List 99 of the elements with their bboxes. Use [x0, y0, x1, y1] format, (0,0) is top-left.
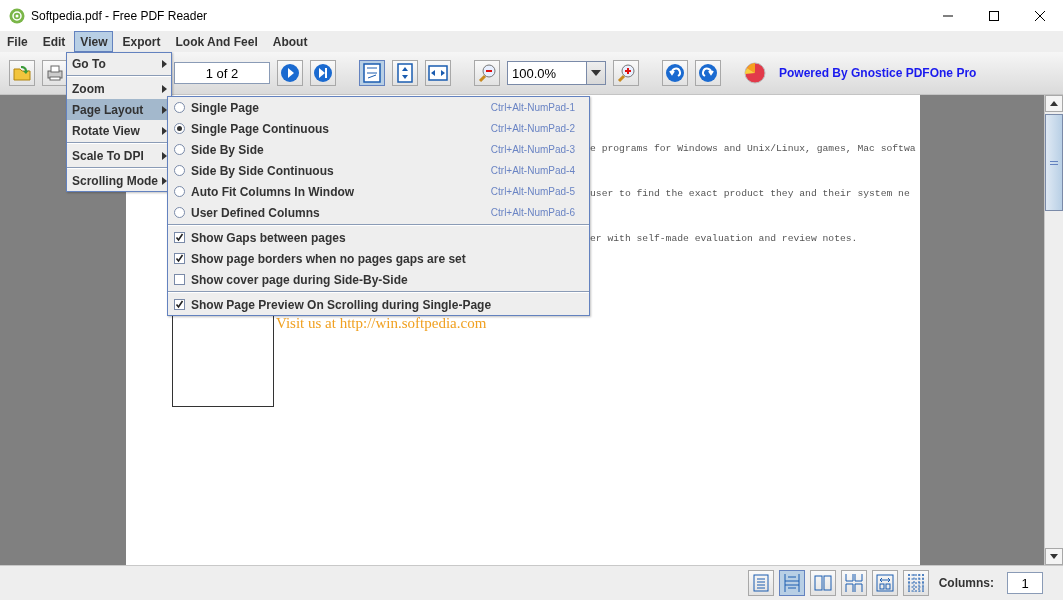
document-text: er with self-made evaluation and review notes. — [590, 233, 859, 246]
rotate-left-button[interactable] — [662, 60, 688, 86]
shortcut-text: Ctrl+Alt-NumPad-5 — [490, 186, 575, 197]
page-view-button[interactable] — [778, 570, 805, 596]
radio-button[interactable] — [174, 144, 185, 155]
submenu-arrow-icon — [162, 59, 167, 68]
continuous-page-icon — [781, 573, 802, 593]
menu-item[interactable]: Single Page Ctrl+Alt-NumPad-1 — [168, 97, 589, 118]
fit-width-icon — [428, 63, 448, 83]
window-title: Softpedia.pdf - Free PDF Reader — [31, 8, 209, 23]
actual-size-button[interactable] — [359, 60, 385, 86]
menu-item[interactable]: Show Page Preview On Scrolling during Single-Page — [168, 294, 589, 315]
shortcut-text: Ctrl+Alt-NumPad-4 — [490, 165, 575, 176]
shortcut-text: Ctrl+Alt-NumPad-2 — [490, 123, 575, 134]
columns-label: Columns: — [938, 576, 994, 590]
shortcut-text: Ctrl+Alt-NumPad-1 — [490, 102, 575, 113]
single-page-icon — [750, 573, 771, 593]
shortcut-text: Ctrl+Alt-NumPad-3 — [490, 144, 575, 155]
menu-item[interactable]: Edit — [36, 31, 72, 52]
grip-icon — [1050, 160, 1058, 165]
page-view-button[interactable] — [871, 570, 898, 596]
up-arrow-icon — [1050, 101, 1058, 106]
grid-columns-icon — [905, 573, 926, 593]
menu-item[interactable]: Scale To DPI — [67, 145, 171, 166]
open-button[interactable] — [9, 60, 35, 86]
shortcut-text: Ctrl+Alt-NumPad-6 — [490, 207, 575, 218]
two-pages-continuous-icon — [843, 573, 864, 593]
next-page-button[interactable] — [277, 60, 303, 86]
menu-item[interactable]: Scrolling Mode — [67, 170, 171, 191]
submenu-arrow-icon — [162, 176, 167, 185]
menu-item[interactable]: About — [266, 31, 314, 52]
radio-button[interactable] — [174, 102, 185, 113]
scroll-up-button[interactable] — [1045, 95, 1063, 112]
actual-size-icon — [362, 63, 382, 83]
page-view-button[interactable] — [902, 570, 929, 596]
menu-item[interactable]: Show Gaps between pages — [168, 227, 589, 248]
rotate-right-button[interactable] — [695, 60, 721, 86]
menu-item[interactable]: Show cover page during Side-By-Side — [168, 269, 589, 290]
submenu-arrow-icon — [162, 126, 167, 135]
menu-item[interactable]: Single Page Continuous Ctrl+Alt-NumPad-2 — [168, 118, 589, 139]
submenu-arrow-icon — [162, 151, 167, 160]
page-number-field[interactable]: 1 of 2 — [174, 62, 270, 84]
zoom-out-button[interactable] — [474, 60, 500, 86]
menu-item[interactable]: Side By Side Ctrl+Alt-NumPad-3 — [168, 139, 589, 160]
zoom-in-icon — [616, 63, 636, 83]
submenu-arrow-icon — [162, 84, 167, 93]
rotate-right-icon — [698, 63, 718, 83]
menu-item[interactable]: Look And Feel — [169, 31, 264, 52]
columns-field[interactable]: 1 — [1007, 572, 1043, 594]
vertical-scrollbar[interactable] — [1044, 95, 1063, 565]
fit-height-icon — [395, 63, 415, 83]
document-text: e programs for Windows and Unix/Linux, games, Mac softwa — [590, 143, 917, 156]
zoom-out-icon — [477, 63, 497, 83]
menu-item[interactable]: Export — [116, 31, 167, 52]
fit-width-button[interactable] — [425, 60, 451, 86]
close-icon — [1035, 10, 1045, 21]
menu-item[interactable]: View — [74, 31, 114, 52]
powered-by-text: Powered By Gnostice PDFOne Pro — [779, 66, 977, 80]
submenu-arrow-icon — [162, 105, 167, 114]
last-page-button[interactable] — [310, 60, 336, 86]
menu-item[interactable]: User Defined Columns Ctrl+Alt-NumPad-6 — [168, 202, 589, 223]
radio-button[interactable] — [174, 207, 185, 218]
page-view-button[interactable] — [840, 570, 867, 596]
two-pages-icon — [812, 573, 833, 593]
radio-button[interactable] — [174, 165, 185, 176]
maximize-icon — [989, 10, 999, 21]
printer-icon — [45, 63, 65, 83]
menu-item[interactable]: Go To — [67, 53, 171, 74]
document-text: user to find the exact product they and their system ne — [590, 188, 911, 201]
radio-button[interactable] — [174, 186, 185, 197]
radio-button[interactable] — [174, 123, 185, 134]
zoom-in-button[interactable] — [613, 60, 639, 86]
menu-item[interactable]: Rotate View — [67, 120, 171, 141]
fit-height-button[interactable] — [392, 60, 418, 86]
play-icon — [280, 63, 300, 83]
checkbox[interactable] — [174, 299, 185, 310]
checkbox[interactable] — [174, 232, 185, 243]
checkbox[interactable] — [174, 274, 185, 285]
scroll-down-button[interactable] — [1045, 548, 1063, 565]
caret-icon — [591, 70, 601, 76]
print-button[interactable] — [42, 60, 68, 86]
zoom-field[interactable]: 100.0% — [507, 61, 587, 85]
menu-item[interactable]: Zoom — [67, 78, 171, 99]
skip-forward-icon — [313, 63, 333, 83]
page-view-button[interactable] — [747, 570, 774, 596]
folder-icon — [12, 63, 32, 83]
checkbox[interactable] — [174, 253, 185, 264]
menu-item[interactable]: Show page borders when no pages gaps are set — [168, 248, 589, 269]
rotate-left-icon — [665, 63, 685, 83]
logo-icon — [744, 62, 766, 84]
menu-item[interactable]: Auto Fit Columns In Window Ctrl+Alt-NumPad-5 — [168, 181, 589, 202]
fit-columns-icon — [874, 573, 895, 593]
page-view-button[interactable] — [809, 570, 836, 596]
dropdown-button[interactable] — [587, 61, 606, 85]
menu-item[interactable]: Side By Side Continuous Ctrl+Alt-NumPad-4 — [168, 160, 589, 181]
menu-item[interactable]: File — [1, 31, 34, 52]
down-arrow-icon — [1050, 554, 1058, 559]
scrollbar-thumb[interactable] — [1045, 114, 1063, 211]
app-icon — [9, 7, 25, 24]
